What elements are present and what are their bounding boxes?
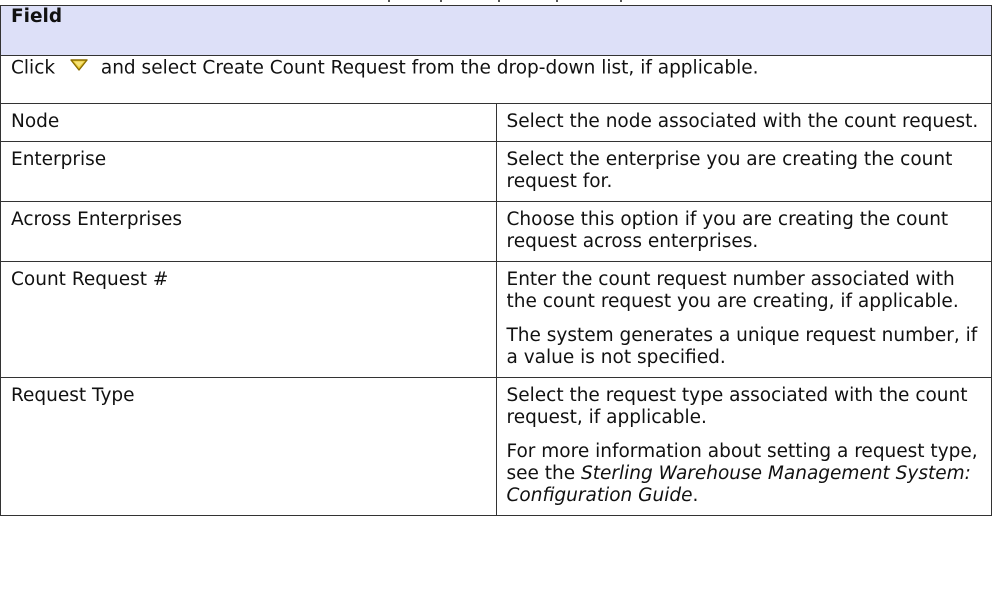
table-row: Request Type Select the request type ass…: [0, 377, 992, 516]
field-name-cell: Count Request #: [0, 261, 497, 378]
intro-row: Click and select Create Count Request fr…: [0, 55, 992, 104]
intro-suffix: and select Create Count Request from the…: [100, 57, 759, 79]
clipped-top-text: [0, 0, 992, 4]
field-name: Count Request #: [11, 269, 169, 290]
description-paragraph: Select the request type associated with …: [506, 385, 968, 428]
table-row: Enterprise Select the enterprise you are…: [0, 141, 992, 202]
field-description-cell: Choose this option if you are creating t…: [495, 201, 992, 262]
guide-title: Sterling Warehouse Management System: Co…: [506, 463, 971, 506]
field-description-table: Field Click and select Create Count Requ…: [0, 5, 992, 516]
field-name: Node: [11, 111, 60, 132]
intro-cell: Click and select Create Count Request fr…: [0, 55, 992, 104]
table-header-row: Field: [0, 5, 992, 56]
field-name: Request Type: [11, 385, 135, 406]
table-row: Count Request # Enter the count request …: [0, 261, 992, 378]
header-field: Field: [0, 5, 992, 56]
description-paragraph: Select the enterprise you are creating t…: [506, 149, 953, 192]
description-paragraph: Choose this option if you are creating t…: [506, 209, 949, 252]
field-name-cell: Request Type: [0, 377, 497, 516]
field-name-cell: Node: [0, 103, 497, 142]
field-description-cell: Select the node associated with the coun…: [495, 103, 992, 142]
reference-paragraph: For more information about setting a req…: [507, 441, 982, 507]
field-description-cell: Enter the count request number associate…: [495, 261, 992, 378]
description-paragraph: Enter the count request number associate…: [506, 269, 959, 312]
field-description-cell: Select the enterprise you are creating t…: [495, 141, 992, 202]
table-row: Across Enterprises Choose this option if…: [0, 201, 992, 262]
intro-prefix: Click: [11, 57, 56, 79]
table-row: Node Select the node associated with the…: [0, 103, 992, 142]
description-paragraph: The system generates a unique request nu…: [506, 325, 978, 368]
field-name: Across Enterprises: [11, 209, 182, 230]
description-paragraph: Select the node associated with the coun…: [506, 111, 979, 132]
field-name-cell: Across Enterprises: [0, 201, 497, 262]
field-name-cell: Enterprise: [0, 141, 497, 202]
dropdown-arrow-icon: [69, 56, 89, 78]
field-name: Enterprise: [11, 149, 107, 170]
field-description-cell: Select the request type associated with …: [495, 377, 992, 516]
reference-suffix: .: [692, 485, 699, 506]
